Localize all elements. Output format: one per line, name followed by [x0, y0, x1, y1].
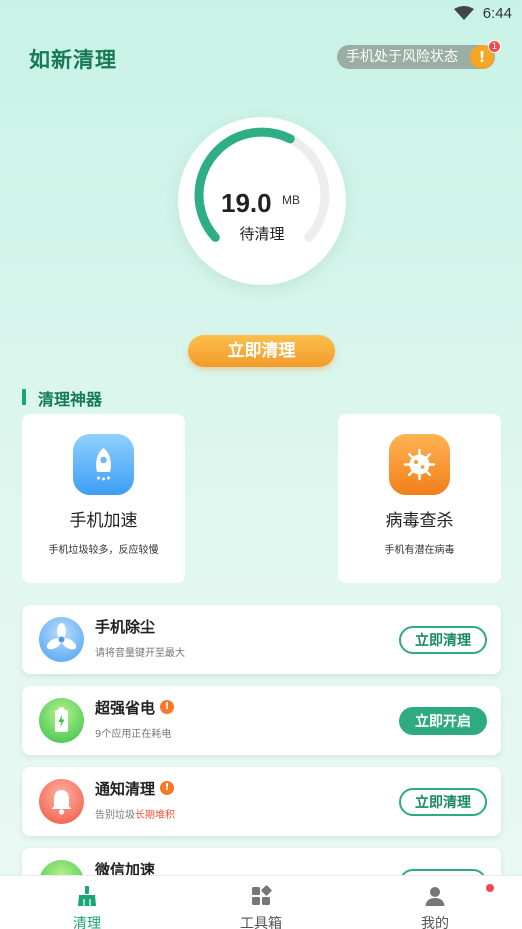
junk-size-value: 19.0 — [221, 188, 272, 218]
clean-now-button[interactable]: 立即清理 — [399, 626, 487, 654]
desc-prefix: 告别垃圾 — [95, 810, 135, 821]
junk-size-unit: MB — [282, 193, 300, 207]
alert-icon: ! — [160, 781, 174, 795]
list-item-phone-dust[interactable]: 手机除尘 请将音量键开至最大 立即清理 — [22, 605, 501, 674]
bell-icon — [39, 779, 84, 824]
list-item-desc: 9个应用正在耗电 — [95, 729, 172, 740]
alert-icon: ! — [160, 700, 174, 714]
nav-label: 工具箱 — [240, 916, 282, 929]
list-item-title: 手机除尘 — [95, 618, 156, 636]
enable-now-button[interactable]: 立即开启 — [399, 707, 487, 735]
virus-icon — [389, 434, 450, 495]
fan-icon — [39, 617, 84, 662]
junk-gauge: 19.0 MB 待清理 — [178, 117, 346, 285]
nav-item-toolbox[interactable]: 工具箱 — [174, 876, 348, 929]
notification-dot — [486, 884, 494, 892]
list-item-desc: 告别垃圾长期堆积 — [95, 806, 175, 821]
section-accent-bar — [22, 389, 26, 405]
tool-desc: 手机垃圾较多，反应较慢 — [48, 545, 159, 556]
list-item-power-saving[interactable]: 超强省电 ! 9个应用正在耗电 立即开启 — [22, 686, 501, 755]
rocket-icon — [73, 434, 134, 495]
nav-item-profile[interactable]: 我的 — [348, 876, 522, 929]
list-item-notification-clean[interactable]: 通知清理 ! 告别垃圾长期堆积 立即清理 — [22, 767, 501, 836]
notification-badge: 1 — [488, 40, 501, 53]
tool-card-virus-scan[interactable]: 病毒查杀 手机有潜在病毒 — [338, 414, 501, 583]
gauge-caption: 待清理 — [239, 225, 285, 243]
list-item-desc: 请将音量键开至最大 — [95, 648, 185, 659]
clean-now-button[interactable]: 立即清理 — [399, 788, 487, 816]
nav-label: 我的 — [421, 916, 449, 929]
desc-highlight: 长期堆积 — [135, 810, 175, 821]
status-time: 6:44 — [482, 5, 512, 22]
battery-icon — [39, 698, 84, 743]
list-item-title: 超强省电 — [95, 699, 156, 717]
clean-now-button[interactable]: 立即清理 — [188, 335, 335, 367]
nav-item-clean[interactable]: 清理 — [0, 876, 174, 929]
bottom-nav: 清理 工具箱 我的 — [0, 875, 522, 929]
broom-icon — [78, 886, 96, 906]
toolbox-icon — [252, 885, 272, 905]
wifi-icon — [454, 6, 474, 20]
app-title: 如新清理 — [29, 48, 117, 72]
tool-desc: 手机有潜在病毒 — [384, 545, 455, 556]
list-item-title: 通知清理 — [95, 780, 156, 798]
tool-name: 手机加速 — [69, 511, 138, 531]
section-title: 清理神器 — [38, 390, 103, 409]
tool-name: 病毒查杀 — [385, 511, 454, 531]
user-icon — [425, 887, 445, 906]
status-bar: 6:44 — [0, 0, 522, 28]
nav-label: 清理 — [73, 916, 101, 929]
tool-card-phone-boost[interactable]: 手机加速 手机垃圾较多，反应较慢 — [22, 414, 185, 583]
